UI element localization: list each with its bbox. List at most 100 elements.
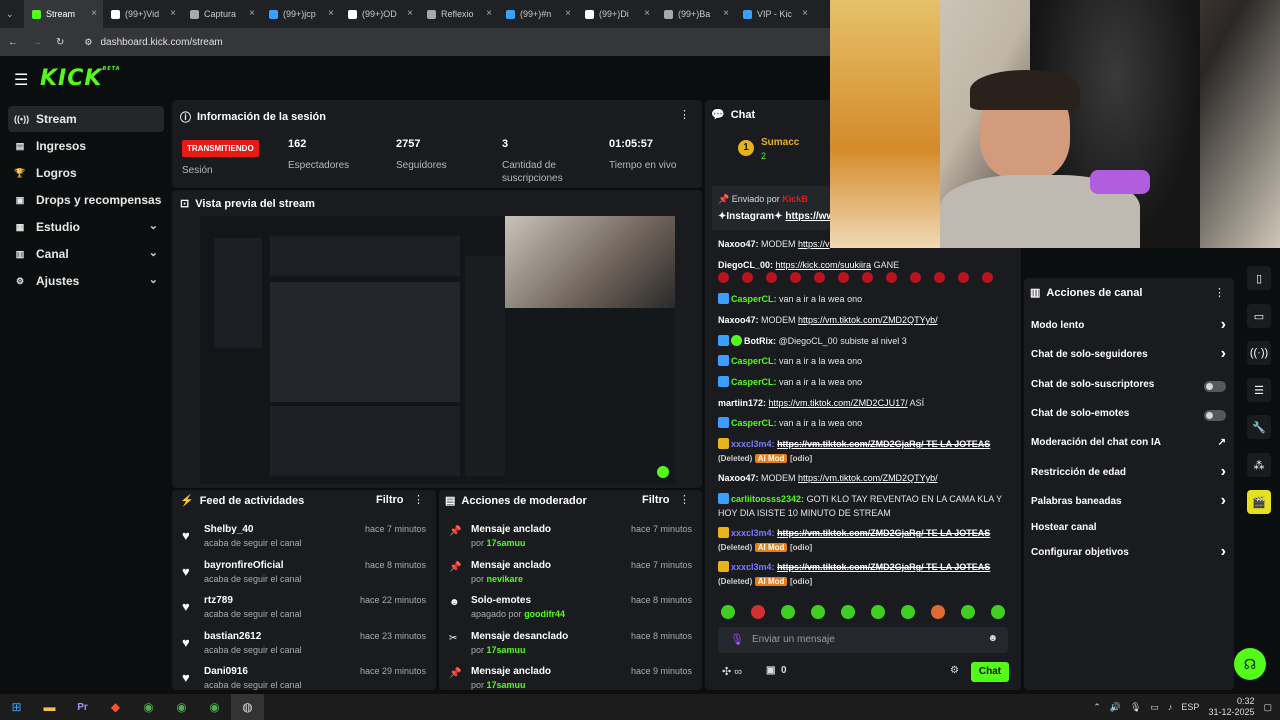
tab-close-icon[interactable]: × <box>328 8 334 19</box>
feed-item[interactable]: ♥ Shelby_40 acaba de seguir el canal hace 7… <box>172 522 436 558</box>
emote-icon[interactable] <box>901 605 915 619</box>
channel-action-chat-de-solo-emotes[interactable]: Chat de solo-emotes <box>1031 408 1226 426</box>
feed-item[interactable]: ♥ Dani0916 acaba de seguir el canal hace 29… <box>172 664 436 690</box>
chat-message[interactable]: carliitoosss2342: GOTI KLO TAY REVENTAO … <box>718 492 1018 520</box>
layout-icon[interactable]: ☰ <box>1247 378 1271 402</box>
feed-user[interactable]: Dani0916 <box>204 666 248 677</box>
points-icon[interactable]: ✣ ∞ <box>722 665 742 678</box>
tab-close-icon[interactable]: × <box>249 8 255 19</box>
mod-filter-button[interactable]: Filtro <box>642 494 670 506</box>
channel-action-configurar-objetivos[interactable]: Configurar objetivos › <box>1031 543 1226 565</box>
emote-icon[interactable] <box>991 605 1005 619</box>
chat-message[interactable]: CasperCL: van a ir a la wea ono <box>718 354 1018 368</box>
mod-menu-icon[interactable]: ⋮ <box>679 493 690 506</box>
site-info-icon[interactable]: ⚙ <box>84 37 92 48</box>
tab-close-icon[interactable]: × <box>802 8 808 19</box>
file-explorer-icon[interactable]: ▬ <box>33 694 66 720</box>
clapper-tool-icon[interactable]: 🎬 <box>1247 490 1271 514</box>
browser-tab[interactable]: (99+)OD × <box>340 0 419 28</box>
mod-action-item[interactable]: 📌 Mensaje anclado por 17samuu hace 7 minuto… <box>439 522 702 558</box>
chat-link[interactable]: https://vm.tiktok.com/ZMD2QTYyb/ <box>798 473 938 483</box>
feed-item[interactable]: ♥ bastian2612 acaba de seguir el canal hace… <box>172 629 436 665</box>
browser-tab[interactable]: VIP - Kic × <box>735 0 814 28</box>
emote-icon[interactable] <box>781 605 795 619</box>
sidebar-item-canal[interactable]: ▥ Canal ⌄ <box>8 241 164 267</box>
chat-send-button[interactable]: Chat <box>971 662 1009 682</box>
emote-icon[interactable] <box>961 605 975 619</box>
chat-message[interactable]: xxxcl3m4: https://vm.tiktok.com/ZMD2GjaR… <box>718 526 1018 555</box>
mod-action-item[interactable]: 📌 Mensaje anclado por 17samuu hace 9 minuto… <box>439 664 702 690</box>
support-headset-icon[interactable]: ☊ <box>1234 648 1266 680</box>
mic-icon[interactable]: 🎙 <box>730 633 744 646</box>
chrome-icon-2[interactable]: ◉ <box>165 694 198 720</box>
mod-action-user[interactable]: goodifr44 <box>524 609 565 619</box>
chat-username[interactable]: CasperCL: <box>731 294 777 304</box>
mod-action-user[interactable]: nevikare <box>487 574 524 584</box>
tab-close-icon[interactable]: × <box>565 8 571 19</box>
tab-close-icon[interactable]: × <box>486 8 492 19</box>
chevron-up-icon[interactable]: ⌃ <box>1093 702 1101 713</box>
chat-link[interactable]: https://vm.tiktok.com/ZMD2QTYyb/ <box>798 315 938 325</box>
feed-user[interactable]: bayronfireOficial <box>204 560 283 571</box>
feed-user[interactable]: bastian2612 <box>204 631 261 642</box>
tools-icon[interactable]: 🔧 <box>1247 415 1271 439</box>
browser-tab[interactable]: Reflexio × <box>419 0 498 28</box>
channel-action-moderación-del-chat-con-ia[interactable]: Moderación del chat con IA ↗ <box>1031 437 1226 455</box>
chat-message[interactable]: DiegoCL_00: https://kick.com/suukiira GA… <box>718 258 1018 272</box>
pinned-link[interactable]: https://ww <box>785 211 834 222</box>
channel-actions-menu-icon[interactable]: ⋮ <box>1214 286 1225 299</box>
chat-link[interactable]: https://vm.tiktok.com/ZMD2CJU17/ <box>769 398 908 408</box>
mod-action-item[interactable]: ✂ Mensaje desanclado por 17samuu hace 8 min… <box>439 629 702 665</box>
channel-action-hostear-canal[interactable]: Hostear canal <box>1031 522 1226 540</box>
back-icon[interactable]: ← <box>8 37 18 48</box>
url-field[interactable]: ⚙ dashboard.kick.com/stream <box>78 31 222 53</box>
brave-icon[interactable]: ◆ <box>99 694 132 720</box>
emote-icon[interactable] <box>841 605 855 619</box>
chat-username[interactable]: CasperCL: <box>731 418 777 428</box>
windows-start-icon[interactable]: ⊞ <box>0 694 33 720</box>
chat-link[interactable]: https://vm.tiktok.com/ZMD2GjaRg/ TE LA J… <box>777 528 990 538</box>
volume-icon[interactable]: 🔊 <box>1110 702 1121 713</box>
chat-link[interactable]: https://vm.tiktok.com/ZMD2GjaRg/ TE LA J… <box>777 439 990 449</box>
broadcast-toggle-icon[interactable]: ((·)) <box>1247 341 1271 365</box>
clock[interactable]: 0:32 31-12-2025 <box>1208 696 1254 718</box>
chat-link[interactable]: https://v <box>798 239 830 249</box>
tab-search-button[interactable]: ⌄ <box>0 0 24 28</box>
channel-action-restricción-de-edad[interactable]: Restricción de edad › <box>1031 463 1226 485</box>
feed-filter-button[interactable]: Filtro <box>376 494 404 506</box>
mod-action-item[interactable]: 📌 Mensaje anclado por nevikare hace 7 minut… <box>439 558 702 594</box>
notifications-icon[interactable]: ▢ <box>1263 702 1272 713</box>
stream-preview-video[interactable] <box>200 216 675 484</box>
browser-tab[interactable]: Captura × <box>182 0 261 28</box>
emoji-icon[interactable]: ☻ <box>987 633 998 644</box>
chat-message[interactable]: martiin172: https://vm.tiktok.com/ZMD2CJ… <box>718 396 1018 410</box>
feed-user[interactable]: Shelby_40 <box>204 524 253 535</box>
toggle-switch[interactable] <box>1204 410 1226 421</box>
chrome-icon[interactable]: ◉ <box>132 694 165 720</box>
feed-menu-icon[interactable]: ⋮ <box>413 493 424 506</box>
chat-toggle-icon[interactable]: ▭ <box>1247 304 1271 328</box>
browser-tab[interactable]: (99+)Vid × <box>103 0 182 28</box>
chat-link[interactable]: https://kick.com/suukiira <box>776 260 872 270</box>
chat-username[interactable]: Naxoo47: <box>718 239 759 249</box>
display-icon[interactable]: ▭ <box>1150 702 1159 713</box>
mod-action-user[interactable]: 17samuu <box>487 680 526 690</box>
chat-link[interactable]: https://vm.tiktok.com/ZMD2GjaRg/ TE LA J… <box>777 562 990 572</box>
browser-tab[interactable]: (99+)Ba × <box>656 0 735 28</box>
sidebar-item-drops[interactable]: ▣ Drops y recompensas <box>8 187 164 213</box>
mod-action-item[interactable]: ☻ Solo-emotes apagado por goodifr44 hace 8 … <box>439 593 702 629</box>
session-menu-icon[interactable]: ⋮ <box>679 108 690 121</box>
emote-icon[interactable] <box>811 605 825 619</box>
chat-username[interactable]: DiegoCL_00: <box>718 260 773 270</box>
tab-close-icon[interactable]: × <box>644 8 650 19</box>
mic-tray-icon[interactable]: 🎙 <box>1130 702 1141 713</box>
browser-tab[interactable]: (99+)#n × <box>498 0 577 28</box>
tab-close-icon[interactable]: × <box>170 8 176 19</box>
chat-settings-icon[interactable]: ⚙ <box>950 665 959 676</box>
chat-username[interactable]: martiin172: <box>718 398 766 408</box>
mod-action-user[interactable]: 17samuu <box>487 538 526 548</box>
tab-close-icon[interactable]: × <box>723 8 729 19</box>
chat-message[interactable]: CasperCL: van a ir a la wea ono <box>718 375 1018 389</box>
toggle-switch[interactable] <box>1204 381 1226 392</box>
chat-message[interactable]: CasperCL: van a ir a la wea ono <box>718 416 1018 430</box>
